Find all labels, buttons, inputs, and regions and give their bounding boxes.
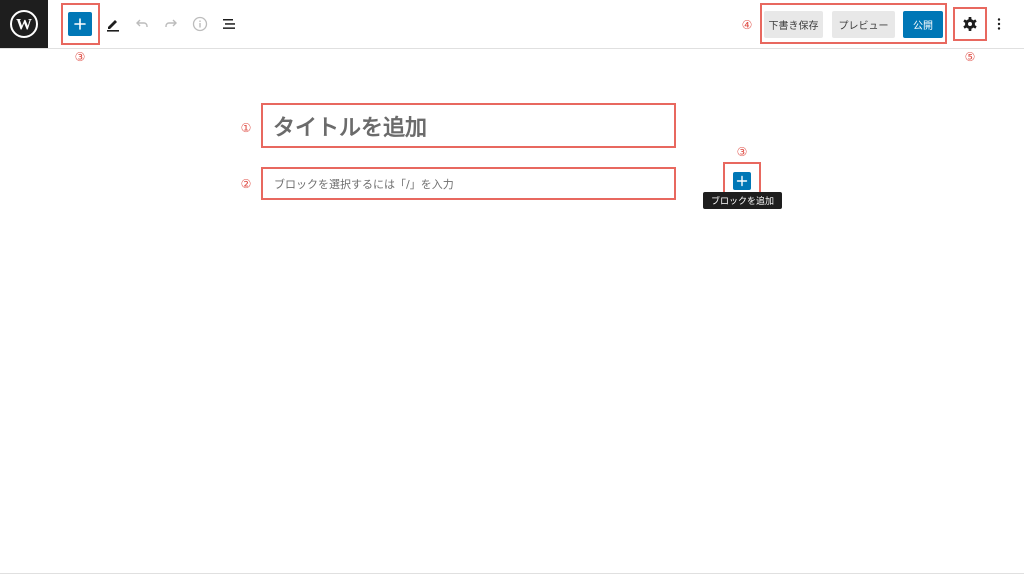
- annotation-number-5: ⑤: [964, 50, 976, 64]
- wordpress-logo-icon[interactable]: W: [0, 0, 48, 48]
- list-view-button[interactable]: [217, 12, 241, 36]
- annotation-number-3-inline: ③: [736, 145, 748, 159]
- add-block-tooltip: ブロックを追加: [703, 192, 782, 209]
- block-appender-input[interactable]: ブロックを選択するには「/」を入力: [262, 168, 675, 199]
- annotation-number-2: ②: [240, 177, 252, 191]
- annotation-number-1: ①: [240, 121, 252, 135]
- svg-text:W: W: [16, 17, 32, 34]
- details-button[interactable]: [188, 12, 212, 36]
- redo-button[interactable]: [159, 12, 183, 36]
- annotation-number-4: ④: [741, 18, 753, 32]
- list-view-icon: [223, 19, 235, 29]
- post-title-input[interactable]: タイトルを追加: [262, 104, 675, 147]
- undo-button[interactable]: [130, 12, 154, 36]
- more-vertical-icon: [997, 18, 1001, 30]
- annotation-box-inserter: [61, 3, 100, 45]
- pencil-icon: [107, 20, 119, 32]
- plus-icon: [736, 175, 748, 187]
- tools-button[interactable]: [101, 12, 125, 36]
- inline-block-inserter-button[interactable]: [733, 172, 751, 190]
- annotation-box-settings: [953, 7, 987, 41]
- options-button[interactable]: [987, 12, 1011, 36]
- redo-icon: [165, 19, 177, 27]
- annotation-number-3: ③: [74, 50, 86, 64]
- undo-icon: [136, 19, 148, 27]
- info-icon: [192, 16, 208, 32]
- annotation-box-publish-actions: [760, 3, 947, 44]
- bottom-divider: [0, 573, 1024, 574]
